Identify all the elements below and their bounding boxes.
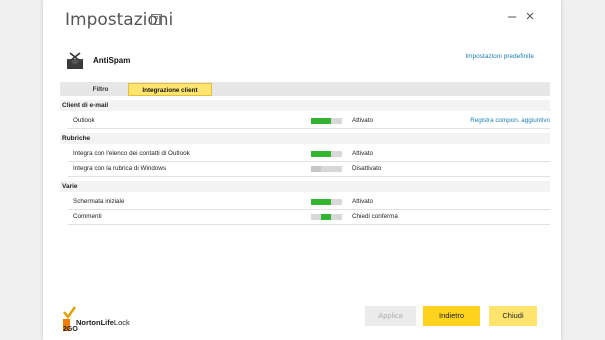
logo-brand: NortonLife — [76, 318, 114, 327]
close-button[interactable]: Chiudi — [489, 306, 537, 326]
apply-button[interactable]: Applica — [365, 306, 416, 326]
back-button[interactable]: Indietro — [423, 306, 480, 326]
status-text: Attivato — [352, 117, 373, 124]
status-text: Chiedi conferma — [352, 213, 398, 220]
register-addon-link[interactable]: Registra compon. aggiuntivo — [470, 117, 550, 124]
tab-filtro[interactable]: Filtro — [86, 83, 115, 96]
setting-row-outlook: Outlook Attivato Registra compon. aggiun… — [68, 114, 550, 129]
section-header-misc: Varie — [60, 181, 550, 192]
toggle-switch[interactable] — [311, 118, 342, 124]
setting-label: Integra con l'elenco dei contatti di Out… — [73, 150, 190, 157]
setting-label: Integra con la rubrica di Windows — [73, 165, 167, 172]
status-text: Attivato — [352, 198, 373, 205]
setting-row-outlook-contacts: Integra con l'elenco dei contatti di Out… — [68, 147, 550, 162]
close-icon[interactable]: × — [523, 8, 537, 25]
help-icon[interactable]: ? — [151, 14, 162, 25]
defaults-link[interactable]: Impostazioni predefinite — [465, 53, 534, 60]
section-header-email-client: Client di e-mail — [60, 100, 550, 111]
product-name: AntiSpam — [93, 56, 131, 65]
setting-row-splash-screen: Schermata iniziale Attivato — [68, 195, 550, 210]
logo-badge: 2GO — [63, 326, 78, 333]
status-text: Disattivato — [352, 165, 382, 172]
status-text: Attivato — [352, 150, 373, 157]
toggle-switch[interactable] — [311, 199, 342, 205]
toggle-switch[interactable] — [311, 151, 342, 157]
section-header-address-books: Rubriche — [60, 133, 550, 144]
minimize-icon[interactable]: – — [505, 8, 519, 25]
setting-label: Schermata iniziale — [73, 198, 125, 205]
toggle-switch[interactable] — [311, 166, 342, 172]
mail-envelope-icon — [67, 52, 83, 69]
tab-integrazione-client[interactable]: Integrazione client — [128, 83, 212, 96]
logo-brand-light: Lock — [113, 318, 130, 327]
settings-window: Impostazioni ? – × AntiSpam Impostazioni… — [43, 0, 561, 340]
setting-label: Outlook — [73, 117, 95, 124]
setting-row-comments: Commenti Chiedi conferma — [68, 210, 550, 225]
setting-label: Commenti — [73, 213, 102, 220]
setting-row-windows-address-book: Integra con la rubrica di Windows Disatt… — [68, 162, 550, 177]
norton-logo-text: NortonLifeLock — [76, 318, 130, 327]
tab-bar: Filtro Integrazione client — [60, 82, 550, 96]
toggle-switch[interactable] — [311, 214, 342, 220]
